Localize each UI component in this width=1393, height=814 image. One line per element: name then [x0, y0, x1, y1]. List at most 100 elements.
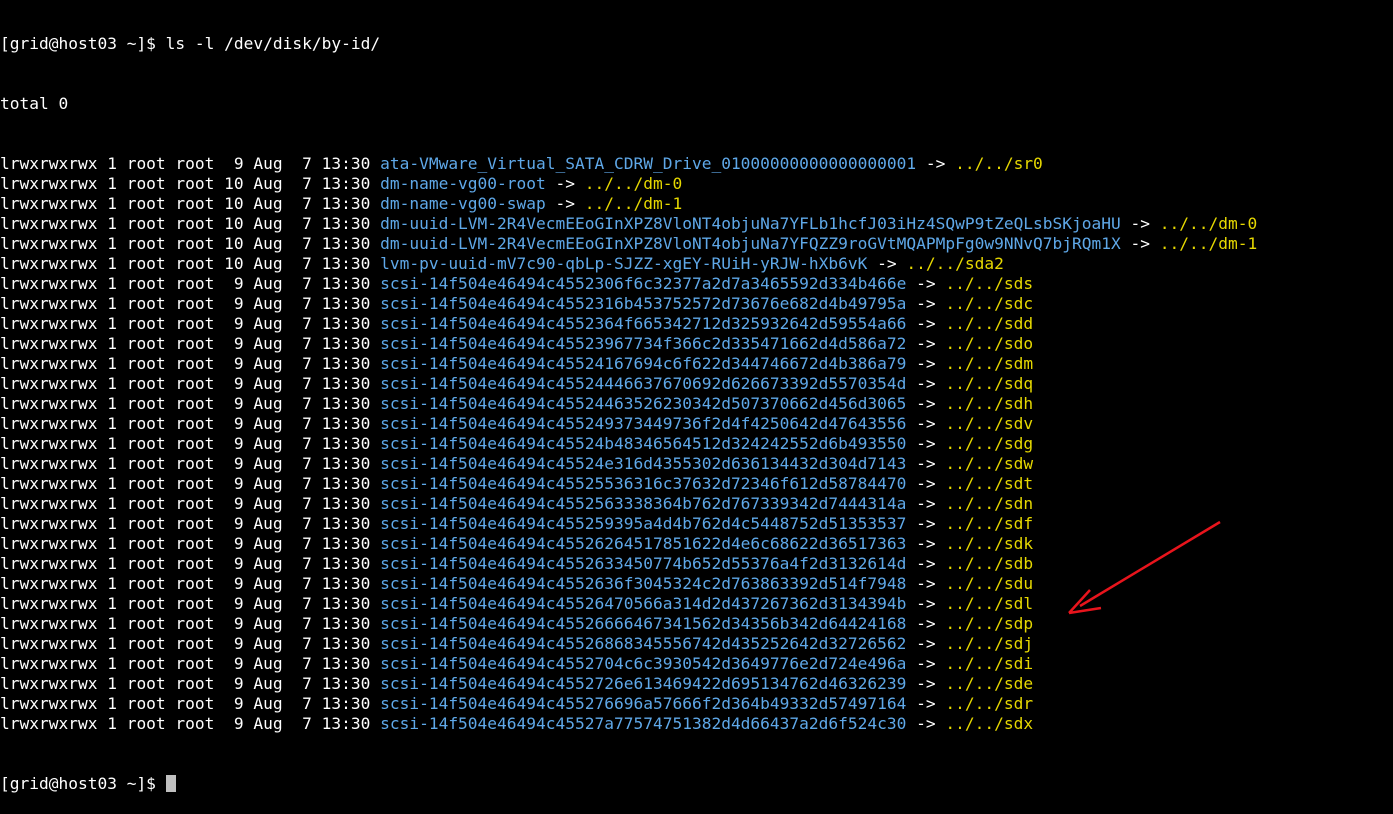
- list-item: lrwxrwxrwx 1 root root 9 Aug 7 13:30 scs…: [0, 614, 1393, 634]
- symlink-arrow: ->: [906, 554, 946, 573]
- symlink-name: dm-name-vg00-swap: [380, 194, 546, 213]
- symlink-name: scsi-14f504e46494c45526666467341562d3435…: [380, 614, 907, 633]
- entry-meta: lrwxrwxrwx 1 root root 9 Aug 7 13:30: [0, 414, 381, 433]
- symlink-arrow: ->: [906, 594, 946, 613]
- entry-meta: lrwxrwxrwx 1 root root 10 Aug 7 13:30: [0, 254, 381, 273]
- symlink-arrow: ->: [906, 674, 946, 693]
- symlink-arrow: ->: [906, 474, 946, 493]
- entry-meta: lrwxrwxrwx 1 root root 9 Aug 7 13:30: [0, 634, 381, 653]
- entry-meta: lrwxrwxrwx 1 root root 10 Aug 7 13:30: [0, 194, 381, 213]
- symlink-target: ../../sdk: [945, 534, 1034, 553]
- list-item: lrwxrwxrwx 1 root root 9 Aug 7 13:30 scs…: [0, 274, 1393, 294]
- symlink-target: ../../sdo: [945, 334, 1034, 353]
- symlink-target: ../../sdu: [945, 574, 1034, 593]
- symlink-arrow: ->: [906, 294, 946, 313]
- entry-meta: lrwxrwxrwx 1 root root 9 Aug 7 13:30: [0, 494, 381, 513]
- total-text: total 0: [0, 94, 69, 113]
- symlink-name: scsi-14f504e46494c4552636f3045324c2d7638…: [380, 574, 907, 593]
- entry-meta: lrwxrwxrwx 1 root root 9 Aug 7 13:30: [0, 434, 381, 453]
- entry-meta: lrwxrwxrwx 1 root root 9 Aug 7 13:30: [0, 554, 381, 573]
- cursor: [165, 775, 176, 792]
- entry-meta: lrwxrwxrwx 1 root root 9 Aug 7 13:30: [0, 274, 381, 293]
- entry-meta: lrwxrwxrwx 1 root root 10 Aug 7 13:30: [0, 234, 381, 253]
- symlink-target: ../../sds: [945, 274, 1034, 293]
- entry-meta: lrwxrwxrwx 1 root root 9 Aug 7 13:30: [0, 394, 381, 413]
- entry-meta: lrwxrwxrwx 1 root root 9 Aug 7 13:30: [0, 654, 381, 673]
- symlink-arrow: ->: [906, 374, 946, 393]
- symlink-name: scsi-14f504e46494c455249373449736f2d4f42…: [380, 414, 907, 433]
- symlink-target: ../../sdi: [945, 654, 1034, 673]
- symlink-arrow: ->: [545, 194, 585, 213]
- entry-meta: lrwxrwxrwx 1 root root 9 Aug 7 13:30: [0, 474, 381, 493]
- prompt-text: [grid@host03 ~]$: [0, 774, 166, 793]
- list-item: lrwxrwxrwx 1 root root 9 Aug 7 13:30 scs…: [0, 374, 1393, 394]
- entry-meta: lrwxrwxrwx 1 root root 9 Aug 7 13:30: [0, 314, 381, 333]
- list-item: lrwxrwxrwx 1 root root 9 Aug 7 13:30 scs…: [0, 694, 1393, 714]
- symlink-arrow: ->: [867, 254, 907, 273]
- list-item: lrwxrwxrwx 1 root root 9 Aug 7 13:30 scs…: [0, 534, 1393, 554]
- symlink-name: lvm-pv-uuid-mV7c90-qbLp-SJZZ-xgEY-RUiH-y…: [380, 254, 868, 273]
- list-item: lrwxrwxrwx 1 root root 9 Aug 7 13:30 scs…: [0, 394, 1393, 414]
- list-item: lrwxrwxrwx 1 root root 9 Aug 7 13:30 scs…: [0, 414, 1393, 434]
- symlink-arrow: ->: [906, 354, 946, 373]
- symlink-arrow: ->: [1120, 234, 1160, 253]
- symlink-name: scsi-14f504e46494c45524446637670692d6266…: [380, 374, 907, 393]
- symlink-arrow: ->: [906, 714, 946, 733]
- list-item: lrwxrwxrwx 1 root root 9 Aug 7 13:30 scs…: [0, 554, 1393, 574]
- symlink-name: scsi-14f504e46494c4552726e613469422d6951…: [380, 674, 907, 693]
- symlink-target: ../../dm-0: [584, 174, 683, 193]
- entry-meta: lrwxrwxrwx 1 root root 9 Aug 7 13:30: [0, 334, 381, 353]
- list-item: lrwxrwxrwx 1 root root 10 Aug 7 13:30 dm…: [0, 194, 1393, 214]
- list-item: lrwxrwxrwx 1 root root 9 Aug 7 13:30 scs…: [0, 494, 1393, 514]
- list-item: lrwxrwxrwx 1 root root 10 Aug 7 13:30 dm…: [0, 234, 1393, 254]
- terminal-output[interactable]: [grid@host03 ~]$ ls -l /dev/disk/by-id/ …: [0, 0, 1393, 814]
- entry-meta: lrwxrwxrwx 1 root root 9 Aug 7 13:30: [0, 694, 381, 713]
- symlink-arrow: ->: [916, 154, 956, 173]
- symlink-name: scsi-14f504e46494c45526470566a314d2d4372…: [380, 594, 907, 613]
- symlink-name: scsi-14f504e46494c4552633450774b652d5537…: [380, 554, 907, 573]
- list-item: lrwxrwxrwx 1 root root 9 Aug 7 13:30 scs…: [0, 454, 1393, 474]
- list-item: lrwxrwxrwx 1 root root 9 Aug 7 13:30 ata…: [0, 154, 1393, 174]
- symlink-target: ../../sdg: [945, 434, 1034, 453]
- list-item: lrwxrwxrwx 1 root root 9 Aug 7 13:30 scs…: [0, 634, 1393, 654]
- symlink-name: scsi-14f504e46494c455276696a57666f2d364b…: [380, 694, 907, 713]
- list-item: lrwxrwxrwx 1 root root 9 Aug 7 13:30 scs…: [0, 714, 1393, 734]
- symlink-arrow: ->: [1120, 214, 1160, 233]
- list-item: lrwxrwxrwx 1 root root 9 Aug 7 13:30 scs…: [0, 354, 1393, 374]
- entry-meta: lrwxrwxrwx 1 root root 9 Aug 7 13:30: [0, 154, 381, 173]
- symlink-name: scsi-14f504e46494c4552563338364b762d7673…: [380, 494, 907, 513]
- symlink-name: scsi-14f504e46494c45524b48346564512d3242…: [380, 434, 907, 453]
- entry-meta: lrwxrwxrwx 1 root root 9 Aug 7 13:30: [0, 614, 381, 633]
- symlink-target: ../../sdb: [945, 554, 1034, 573]
- list-item: lrwxrwxrwx 1 root root 9 Aug 7 13:30 scs…: [0, 594, 1393, 614]
- symlink-name: scsi-14f504e46494c4552704c6c3930542d3649…: [380, 654, 907, 673]
- entry-meta: lrwxrwxrwx 1 root root 9 Aug 7 13:30: [0, 454, 381, 473]
- symlink-name: scsi-14f504e46494c45524167694c6f622d3447…: [380, 354, 907, 373]
- symlink-name: scsi-14f504e46494c45524463526230342d5073…: [380, 394, 907, 413]
- list-item: lrwxrwxrwx 1 root root 10 Aug 7 13:30 dm…: [0, 174, 1393, 194]
- entry-meta: lrwxrwxrwx 1 root root 9 Aug 7 13:30: [0, 514, 381, 533]
- symlink-arrow: ->: [906, 614, 946, 633]
- symlink-arrow: ->: [545, 174, 585, 193]
- list-item: lrwxrwxrwx 1 root root 9 Aug 7 13:30 scs…: [0, 334, 1393, 354]
- symlink-name: scsi-14f504e46494c45523967734f366c2d3354…: [380, 334, 907, 353]
- symlink-arrow: ->: [906, 694, 946, 713]
- symlink-name: dm-uuid-LVM-2R4VecmEEoGInXPZ8VloNT4objuN…: [380, 214, 1121, 233]
- symlink-arrow: ->: [906, 534, 946, 553]
- symlink-name: scsi-14f504e46494c45524e316d4355302d6361…: [380, 454, 907, 473]
- symlink-target: ../../sdl: [945, 594, 1034, 613]
- symlink-arrow: ->: [906, 314, 946, 333]
- symlink-name: dm-uuid-LVM-2R4VecmEEoGInXPZ8VloNT4objuN…: [380, 234, 1121, 253]
- symlink-target: ../../sdt: [945, 474, 1034, 493]
- command-line: [grid@host03 ~]$ ls -l /dev/disk/by-id/: [0, 34, 1393, 54]
- symlink-arrow: ->: [906, 514, 946, 533]
- symlink-arrow: ->: [906, 454, 946, 473]
- entry-meta: lrwxrwxrwx 1 root root 9 Aug 7 13:30: [0, 534, 381, 553]
- entry-meta: lrwxrwxrwx 1 root root 9 Aug 7 13:30: [0, 374, 381, 393]
- list-item: lrwxrwxrwx 1 root root 10 Aug 7 13:30 dm…: [0, 214, 1393, 234]
- symlink-target: ../../sdd: [945, 314, 1034, 333]
- symlink-arrow: ->: [906, 394, 946, 413]
- symlink-target: ../../dm-1: [1159, 234, 1258, 253]
- symlink-arrow: ->: [906, 494, 946, 513]
- entry-meta: lrwxrwxrwx 1 root root 10 Aug 7 13:30: [0, 214, 381, 233]
